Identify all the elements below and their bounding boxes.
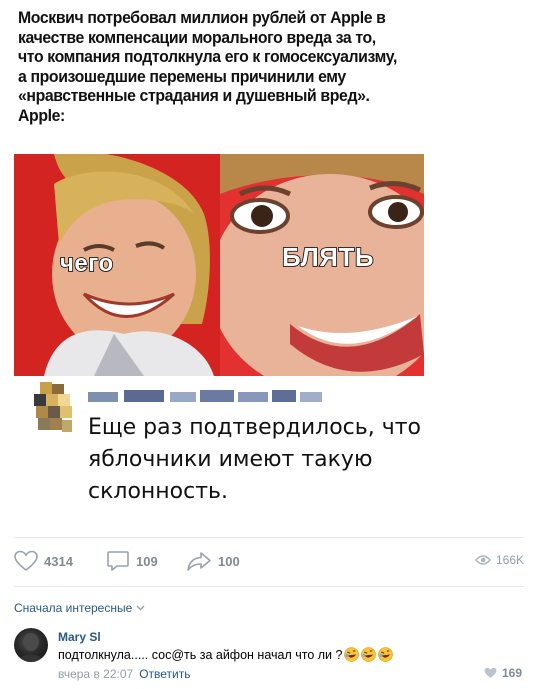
rolling-laughing-emoji bbox=[378, 647, 394, 662]
comment-body: подтолкнула..... сос@ть за айфон начал ч… bbox=[58, 647, 394, 662]
views-count: 166K bbox=[495, 553, 524, 567]
comment-text: подтолкнула..... сос@ть за айфон начал ч… bbox=[58, 647, 343, 662]
pixelated-avatar bbox=[34, 382, 72, 432]
comment-button[interactable]: 109 bbox=[106, 550, 158, 572]
share-icon bbox=[187, 552, 211, 571]
heart-icon bbox=[484, 667, 497, 678]
views-counter: 166K bbox=[475, 553, 524, 567]
comment-icon bbox=[107, 551, 129, 571]
post-text: Москвич потребовал миллион рублей от App… bbox=[18, 8, 409, 125]
post-actions-bar: 4314 109 100 bbox=[14, 550, 524, 572]
comment-time[interactable]: вчера в 22:07 bbox=[58, 667, 133, 681]
embedded-comment-screenshot: Еще раз подтвердилось, что яблочники име… bbox=[24, 378, 444, 518]
woman-laughing-illustration bbox=[14, 154, 220, 376]
pixelated-username bbox=[88, 390, 322, 402]
divider bbox=[14, 537, 524, 538]
sort-label: Сначала интересные bbox=[14, 601, 133, 615]
meme-image[interactable]: чего БЛЯТЬ bbox=[14, 154, 424, 376]
reply-link[interactable]: Ответить bbox=[139, 667, 190, 681]
heart-icon bbox=[14, 550, 38, 572]
meme-panel-left bbox=[14, 154, 220, 376]
post-text-line: что компания подтолкнула его к гомосексу… bbox=[18, 47, 397, 66]
post-text-line: Apple: bbox=[18, 105, 65, 125]
comment-count: 109 bbox=[136, 553, 158, 569]
embedded-comment-text: Еще раз подтвердилось, что яблочники име… bbox=[88, 415, 421, 504]
eye-icon bbox=[475, 555, 491, 565]
meme-caption-right: БЛЯТЬ bbox=[281, 241, 375, 273]
rolling-laughing-emoji bbox=[344, 647, 360, 662]
like-count: 4314 bbox=[44, 553, 73, 569]
chevron-down-icon bbox=[136, 605, 145, 611]
avatar-image bbox=[18, 633, 44, 662]
post-text-line: Москвич потребовал миллион рублей от App… bbox=[18, 8, 386, 27]
post-text-line: а произошедшие перемены причинили ему bbox=[18, 66, 346, 86]
avatar[interactable] bbox=[14, 628, 48, 662]
meme-caption-left: чего bbox=[59, 249, 114, 278]
like-button[interactable]: 4314 bbox=[14, 550, 73, 572]
comments-sort-dropdown[interactable]: Сначала интересные bbox=[14, 601, 145, 615]
rolling-laughing-emoji bbox=[361, 647, 377, 662]
comment-meta: вчера в 22:07 Ответить bbox=[58, 667, 190, 681]
comment-author[interactable]: Mary Sl bbox=[58, 630, 101, 644]
comment-like-count: 169 bbox=[501, 666, 522, 680]
share-button[interactable]: 100 bbox=[186, 550, 240, 572]
post-text-line: «нравственные страдания и душевный вред»… bbox=[18, 86, 370, 105]
share-count: 100 bbox=[218, 553, 240, 569]
divider bbox=[14, 586, 524, 587]
comment-like-button[interactable]: 169 bbox=[484, 666, 522, 680]
post-text-line: качестве компенсации морального вреда за… bbox=[18, 27, 376, 47]
